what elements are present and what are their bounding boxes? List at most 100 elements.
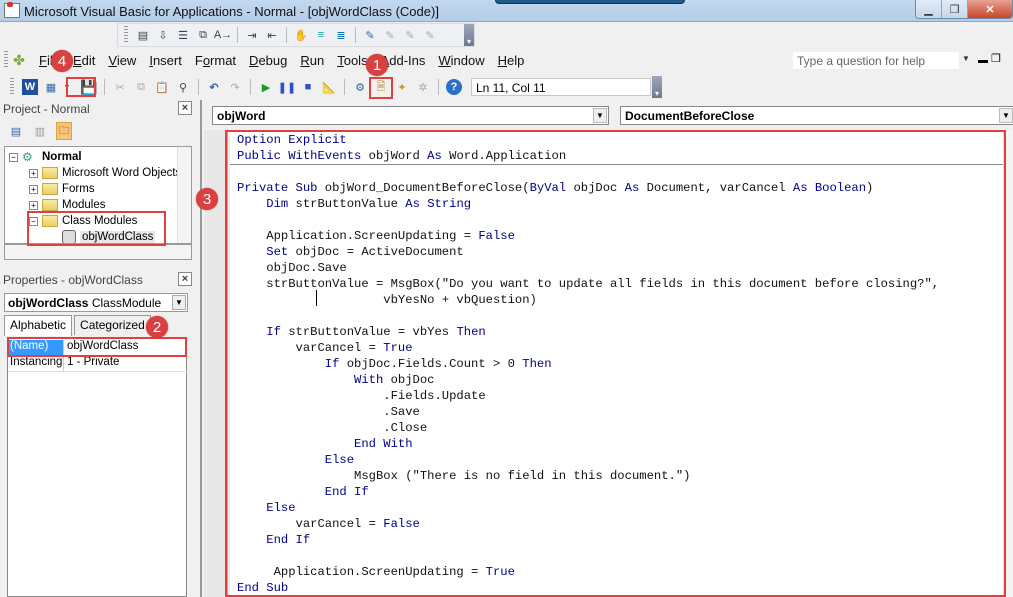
- comment-block-icon[interactable]: ≡: [313, 27, 329, 43]
- menu-run[interactable]: Run: [300, 53, 324, 68]
- properties-object-combo[interactable]: objWordClass ClassModule ▼: [4, 293, 188, 312]
- tab-categorized[interactable]: Categorized: [74, 315, 151, 335]
- save-icon[interactable]: 💾: [80, 79, 97, 95]
- object-browser-icon[interactable]: ✦: [394, 79, 410, 95]
- expand-toggle-icon[interactable]: −: [29, 216, 38, 226]
- next-bookmark-icon[interactable]: ✎: [382, 27, 398, 43]
- find-icon[interactable]: ⚲: [175, 79, 191, 95]
- code-line[interactable]: .Fields.Update: [237, 388, 485, 404]
- code-line[interactable]: .Close: [237, 420, 427, 436]
- property-value[interactable]: objWordClass: [64, 340, 138, 355]
- chevron-down-icon[interactable]: ▼: [999, 108, 1013, 123]
- toggle-folders-icon[interactable]: 🗀: [56, 122, 72, 140]
- list-constants-icon[interactable]: ⇩: [155, 27, 171, 43]
- menu-debug[interactable]: Debug: [249, 53, 287, 68]
- menu-window[interactable]: Window: [438, 53, 484, 68]
- tree-item[interactable]: − ⚙ Normal: [9, 149, 82, 165]
- property-row[interactable]: (Name) objWordClass: [8, 340, 188, 356]
- undo-icon[interactable]: ↶: [206, 79, 222, 95]
- paste-icon[interactable]: 📋: [154, 79, 170, 95]
- tree-item[interactable]: objWordClass: [49, 229, 156, 243]
- code-vertical-scrollbar[interactable]: [1003, 130, 1013, 597]
- code-line[interactable]: varCancel = True: [237, 340, 413, 356]
- chevron-down-icon[interactable]: ▼: [172, 295, 186, 310]
- restore-button[interactable]: ❐: [942, 0, 968, 18]
- complete-word-icon[interactable]: A→: [214, 27, 232, 43]
- parameter-info-icon[interactable]: ⧉: [195, 27, 211, 43]
- help-dropdown-icon[interactable]: ▼: [962, 54, 970, 63]
- code-line[interactable]: Dim strButtonValue As String: [237, 196, 471, 212]
- properties-pane-close-button[interactable]: ×: [178, 272, 192, 286]
- code-line[interactable]: Application.ScreenUpdating = False: [237, 228, 515, 244]
- insert-dropdown-icon[interactable]: ▼: [64, 79, 71, 95]
- close-button[interactable]: ✕: [968, 0, 1012, 18]
- view-word-icon[interactable]: W: [22, 79, 38, 95]
- procedure-combo[interactable]: DocumentBeforeClose ▼: [620, 106, 1013, 125]
- code-line[interactable]: vbYesNo + vbQuestion): [237, 292, 537, 308]
- code-line[interactable]: MsgBox ("There is no field in this docum…: [237, 468, 690, 484]
- code-line[interactable]: Set objDoc = ActiveDocument: [237, 244, 463, 260]
- uncomment-block-icon[interactable]: ≣: [333, 27, 349, 43]
- toolbox-icon[interactable]: ✲: [415, 79, 431, 95]
- toggle-bookmark-icon[interactable]: ✎: [362, 27, 378, 43]
- toolbar-options-icon[interactable]: ▾: [652, 76, 662, 98]
- code-line[interactable]: End If: [237, 532, 310, 548]
- object-combo[interactable]: objWord ▼: [212, 106, 609, 125]
- copy-icon[interactable]: ⧉: [133, 79, 149, 95]
- view-object-icon[interactable]: ▥: [32, 122, 48, 140]
- code-line[interactable]: If objDoc.Fields.Count > 0 Then: [237, 356, 552, 372]
- tree-item[interactable]: + Microsoft Word Objects: [29, 165, 181, 181]
- tab-alphabetic[interactable]: Alphabetic: [4, 315, 73, 336]
- code-line[interactable]: Public WithEvents objWord As Word.Applic…: [237, 148, 566, 164]
- code-line[interactable]: End With: [237, 436, 413, 452]
- outdent-icon[interactable]: ⇤: [264, 27, 280, 43]
- insert-userform-icon[interactable]: ▦: [43, 79, 59, 95]
- project-explorer-icon[interactable]: ⚙: [352, 79, 368, 95]
- menu-view[interactable]: View: [108, 53, 136, 68]
- tree-item[interactable]: + Forms: [29, 181, 95, 197]
- mdi-minimize-icon[interactable]: ▬: [978, 55, 988, 66]
- properties-window-icon[interactable]: 🗎: [373, 79, 389, 95]
- menu-format[interactable]: Format: [195, 53, 236, 68]
- toggle-breakpoint-icon[interactable]: ✋: [293, 27, 309, 43]
- menu-edit[interactable]: Edit: [73, 53, 95, 68]
- toolbar-grip[interactable]: [124, 26, 128, 44]
- menu-help[interactable]: Help: [498, 53, 525, 68]
- expand-toggle-icon[interactable]: −: [9, 152, 18, 162]
- property-value[interactable]: 1 - Private: [64, 356, 119, 371]
- code-line[interactable]: If strButtonValue = vbYes Then: [237, 324, 485, 340]
- break-icon[interactable]: ❚❚: [278, 79, 296, 95]
- expand-toggle-icon[interactable]: +: [29, 200, 38, 210]
- list-properties-icon[interactable]: ▤: [135, 27, 151, 43]
- code-line[interactable]: .Save: [237, 404, 420, 420]
- code-line[interactable]: Private Sub objWord_DocumentBeforeClose(…: [237, 180, 873, 196]
- toolbar-options-icon[interactable]: ▾: [464, 24, 474, 46]
- tree-horizontal-scrollbar[interactable]: [4, 244, 192, 260]
- code-editor[interactable]: Option Explicit Public WithEvents objWord…: [230, 130, 1005, 597]
- code-line[interactable]: Else: [237, 452, 354, 468]
- code-line[interactable]: varCancel = False: [237, 516, 420, 532]
- expand-toggle-icon[interactable]: +: [29, 184, 38, 194]
- code-line[interactable]: strButtonValue = MsgBox("Do you want to …: [237, 276, 939, 292]
- chevron-down-icon[interactable]: ▼: [593, 108, 607, 123]
- menu-insert[interactable]: Insert: [149, 53, 182, 68]
- reset-icon[interactable]: ■: [300, 79, 316, 95]
- indent-icon[interactable]: ⇥: [244, 27, 260, 43]
- design-mode-icon[interactable]: 📐: [321, 79, 337, 95]
- toolbar-grip[interactable]: [10, 78, 14, 96]
- vba-menu-icon[interactable]: ✤: [11, 52, 27, 68]
- code-line[interactable]: End Sub: [237, 580, 288, 596]
- tree-item[interactable]: − Class Modules: [29, 213, 137, 229]
- expand-toggle-icon[interactable]: +: [29, 168, 38, 178]
- property-row[interactable]: Instancing 1 - Private: [8, 356, 188, 372]
- quick-info-icon[interactable]: ☰: [175, 27, 191, 43]
- redo-icon[interactable]: ↷: [227, 79, 243, 95]
- mdi-restore-icon[interactable]: ❐: [991, 52, 1001, 65]
- project-pane-close-button[interactable]: ×: [178, 101, 192, 115]
- clear-bookmarks-icon[interactable]: ✎: [422, 27, 438, 43]
- view-code-icon[interactable]: ▤: [8, 122, 24, 140]
- previous-bookmark-icon[interactable]: ✎: [402, 27, 418, 43]
- code-line[interactable]: Application.ScreenUpdating = True: [237, 564, 515, 580]
- code-line[interactable]: objDoc.Save: [237, 260, 346, 276]
- minimize-button[interactable]: ▁: [916, 0, 942, 18]
